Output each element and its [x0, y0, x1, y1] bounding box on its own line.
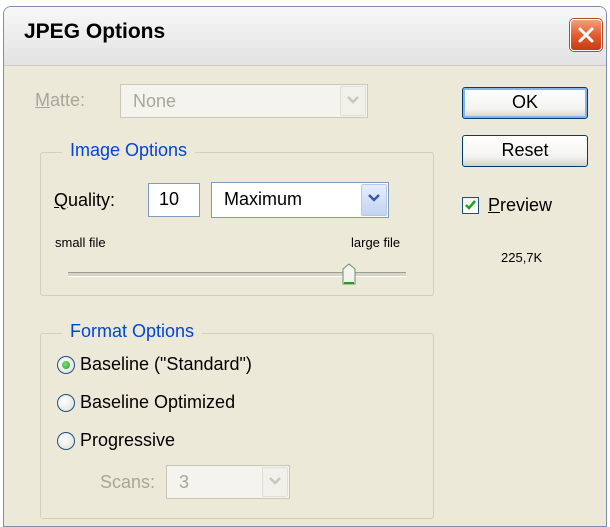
reset-button[interactable]: Reset	[462, 135, 588, 167]
matte-select[interactable]: None	[120, 84, 368, 118]
radio-baseline-standard[interactable]	[57, 356, 75, 374]
progressive-label[interactable]: Progressive	[80, 430, 175, 451]
quality-preset-value: Maximum	[224, 189, 303, 209]
large-file-label: large file	[351, 235, 401, 250]
matte-select-arrow[interactable]	[340, 86, 366, 116]
jpeg-options-dialog: JPEG Options Matte: None Image Options Q…	[3, 6, 607, 527]
baseline-optimized-label[interactable]: Baseline Optimized	[80, 392, 235, 413]
scans-select-arrow[interactable]	[262, 467, 288, 497]
radio-selected-dot	[62, 361, 70, 369]
dialog-title: JPEG Options	[24, 20, 166, 43]
matte-label: Matte:	[35, 90, 86, 110]
quality-label: Quality:	[54, 190, 116, 210]
close-button[interactable]	[570, 19, 602, 51]
ok-button[interactable]: OK	[462, 87, 588, 119]
preview-checkbox[interactable]	[462, 197, 479, 214]
quality-preset-arrow[interactable]	[361, 184, 387, 216]
preview-label[interactable]: Preview	[488, 195, 552, 216]
quality-preset-select[interactable]: Maximum	[211, 182, 389, 218]
scans-select-value: 3	[179, 472, 190, 492]
file-size-readout: 225,7K	[501, 250, 543, 265]
radio-baseline-optimized[interactable]	[57, 394, 75, 412]
quality-slider-thumb[interactable]	[342, 263, 356, 285]
format-options-legend: Format Options	[62, 321, 203, 342]
scans-select[interactable]: 3	[166, 465, 290, 499]
quality-input[interactable]: 10	[148, 183, 200, 217]
matte-select-value: None	[133, 91, 177, 111]
scans-label: Scans:	[100, 472, 156, 492]
radio-progressive[interactable]	[57, 432, 75, 450]
image-options-legend: Image Options	[62, 140, 196, 161]
small-file-label: small file	[55, 235, 106, 250]
baseline-standard-label[interactable]: Baseline ("Standard")	[80, 354, 252, 375]
title-bar[interactable]: JPEG Options	[4, 7, 606, 66]
